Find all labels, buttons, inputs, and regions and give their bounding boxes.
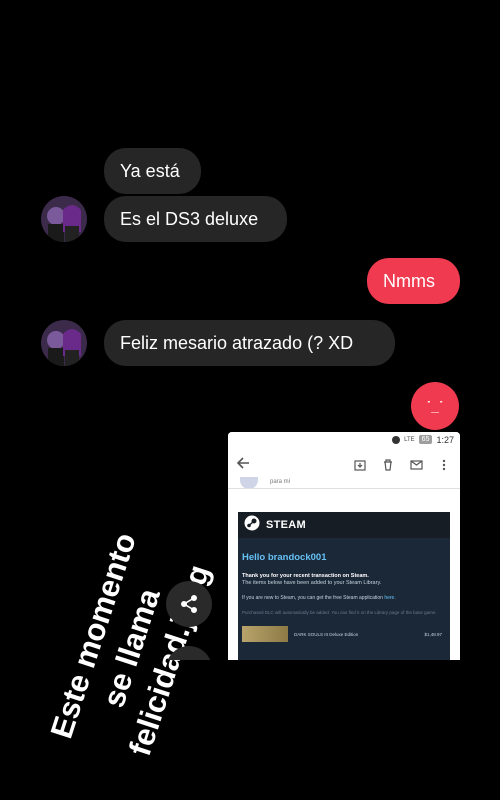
contact-avatar[interactable] <box>41 196 87 242</box>
contact-avatar[interactable] <box>41 320 87 366</box>
clock-label: 1:27 <box>436 434 454 445</box>
mail-icon <box>408 457 424 473</box>
message-bubble-outgoing[interactable]: Nmms <box>367 258 460 304</box>
steam-dlc-note: Purchased DLC will automatically be adde… <box>242 610 437 615</box>
steam-here-link[interactable]: here. <box>384 595 395 601</box>
archive-icon <box>352 457 368 473</box>
delete-icon <box>380 457 396 473</box>
message-bubble-incoming[interactable]: Es el DS3 deluxe <box>104 196 287 242</box>
steam-item-price: $1,48.97 <box>424 631 442 637</box>
emoji-reply-bubble[interactable]: ˙_˙ <box>411 382 459 430</box>
phone-status-bar: LTE 65 1:27 <box>228 432 460 447</box>
steam-purchase-item: DARK SOULS III Deluxe Edition $1,48.97 <box>242 626 450 642</box>
message-bubble-incoming[interactable]: Ya está <box>104 148 201 194</box>
message-bubble-incoming[interactable]: Feliz mesario atrazado (? XD <box>104 320 395 366</box>
share-icon <box>181 595 197 613</box>
emoji-face-icon: ˙_˙ <box>426 398 444 414</box>
dnd-icon <box>392 435 401 444</box>
more-vert-icon <box>436 457 452 473</box>
share-button[interactable] <box>166 581 212 627</box>
avatar-photo <box>41 320 87 366</box>
battery-indicator: 65 <box>418 435 433 444</box>
avatar-photo <box>41 196 87 242</box>
network-label: LTE <box>404 436 415 443</box>
steam-item-name: DARK SOULS III Deluxe Edition <box>294 631 359 637</box>
